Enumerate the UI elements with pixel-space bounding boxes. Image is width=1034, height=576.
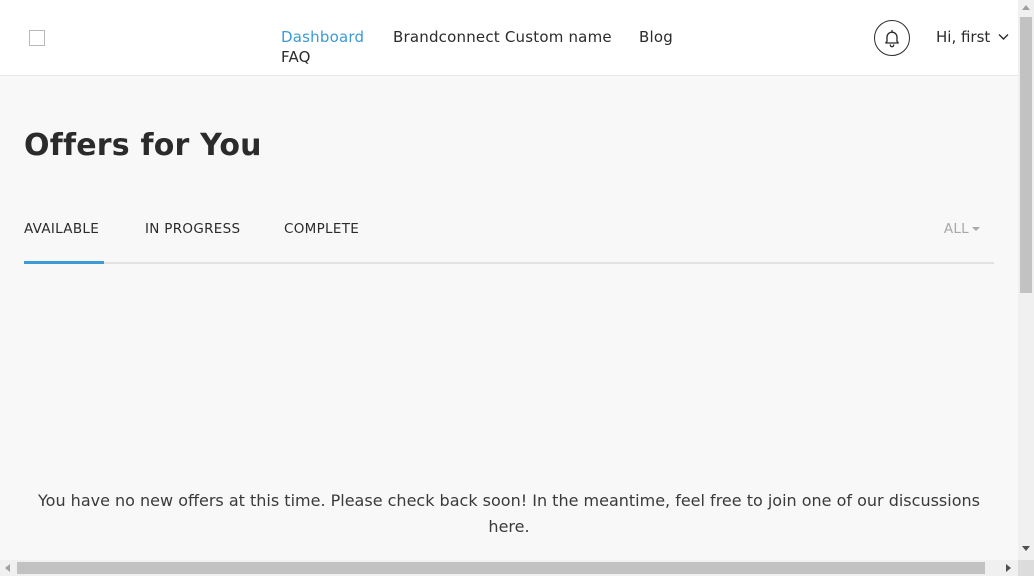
logo-placeholder-icon[interactable] (29, 30, 45, 46)
scroll-right-icon[interactable] (1006, 564, 1011, 572)
filter-dropdown[interactable]: ALL (944, 221, 980, 237)
scrollbar-corner (1018, 560, 1034, 576)
page: Dashboard Brandconnect Custom name Blog … (0, 0, 1018, 560)
horizontal-scroll-thumb[interactable] (17, 562, 985, 574)
nav-item-faq[interactable]: FAQ (281, 47, 311, 67)
nav-item-blog[interactable]: Blog (639, 27, 673, 47)
offer-tabs: AVAILABLE IN PROGRESS COMPLETE ALL (24, 212, 994, 264)
scroll-down-icon[interactable] (1022, 546, 1030, 551)
horizontal-scrollbar[interactable] (0, 560, 1018, 576)
vertical-scroll-thumb[interactable] (1020, 17, 1032, 293)
nav-item-dashboard[interactable]: Dashboard (281, 27, 364, 47)
scroll-up-icon[interactable] (1022, 5, 1030, 10)
user-menu[interactable]: Hi, first (936, 27, 1009, 47)
vertical-scrollbar[interactable] (1018, 0, 1034, 560)
bell-icon (885, 29, 899, 48)
scroll-left-icon[interactable] (5, 564, 10, 572)
filter-selected-value: ALL (943, 221, 969, 237)
chevron-down-icon (998, 33, 1009, 41)
empty-offers-message: You have no new offers at this time. Ple… (38, 491, 980, 536)
page-title: Offers for You (24, 128, 262, 163)
top-header: Dashboard Brandconnect Custom name Blog … (0, 0, 1018, 76)
caret-down-icon (972, 227, 980, 231)
nav-item-brandconnect[interactable]: Brandconnect Custom name (393, 27, 612, 47)
tab-in-progress[interactable]: IN PROGRESS (145, 220, 240, 238)
user-greeting: Hi, first (936, 28, 991, 46)
tab-complete[interactable]: COMPLETE (284, 220, 359, 238)
active-tab-indicator (24, 261, 104, 264)
tab-available[interactable]: AVAILABLE (24, 220, 99, 238)
notifications-button[interactable] (874, 20, 910, 56)
